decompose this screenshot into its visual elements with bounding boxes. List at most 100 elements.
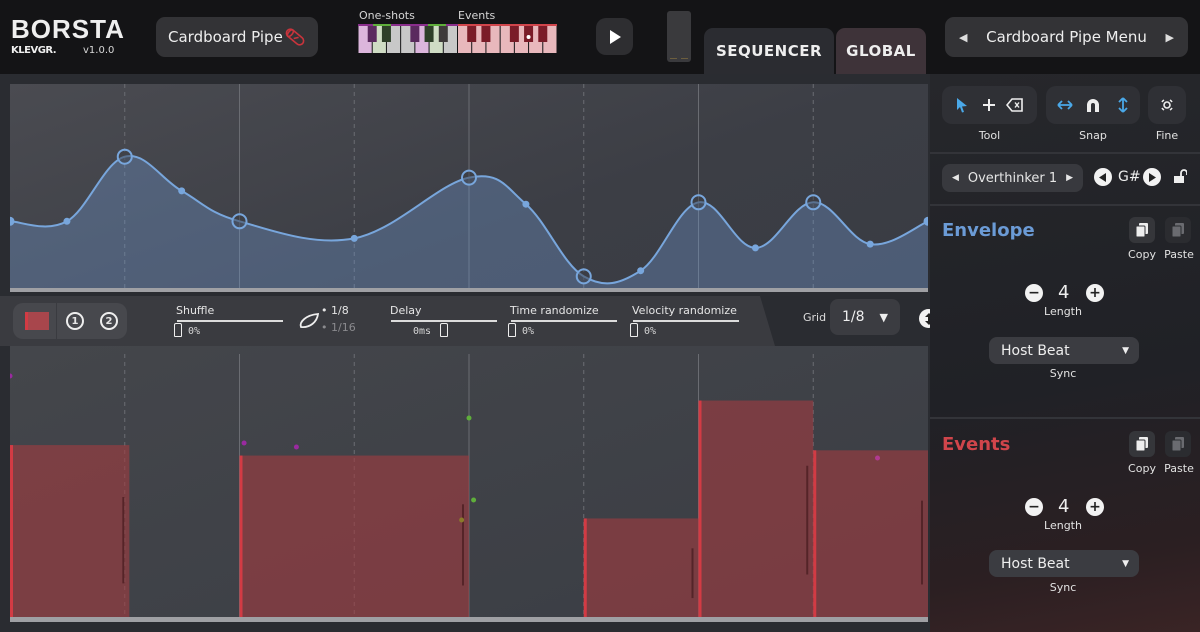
envelope-node[interactable] xyxy=(805,194,822,211)
envelope-handle[interactable] xyxy=(522,200,530,208)
envelope-handle[interactable] xyxy=(63,217,71,225)
envelope-baseline xyxy=(10,288,928,292)
shuffle-feel-icon[interactable] xyxy=(298,312,320,330)
event-bar[interactable] xyxy=(813,450,928,618)
delay-slider[interactable] xyxy=(391,320,497,322)
events-editor[interactable] xyxy=(7,346,928,618)
add-tool-icon[interactable] xyxy=(982,98,996,112)
envelope-handle[interactable] xyxy=(178,187,186,195)
chevron-down-icon: ▼ xyxy=(1122,345,1129,356)
preset-button[interactable]: Cardboard Pipe xyxy=(156,17,318,57)
play-button[interactable] xyxy=(596,18,633,55)
piano-black-key xyxy=(467,26,477,42)
shuffle-res-1-16-label: 1/16 xyxy=(331,321,356,334)
pattern-1-label: 1 xyxy=(71,315,79,327)
envelope-length-value: 4 xyxy=(1058,282,1070,303)
events-length-increase[interactable]: + xyxy=(1086,498,1104,516)
envelope-title: Envelope xyxy=(942,220,1035,241)
tool-label: Tool xyxy=(978,129,1001,142)
velocity-randomize-label: Velocity randomize xyxy=(632,304,737,317)
envelope-node[interactable] xyxy=(231,213,248,230)
snap-vertical-icon[interactable] xyxy=(1117,97,1129,113)
sidebar: Tool Snap Fine ◀ Overthinker 1 ▶ G# Enve… xyxy=(930,74,1200,632)
copy-icon xyxy=(1135,437,1148,452)
envelope-editor[interactable] xyxy=(5,84,933,290)
envelope-canvas[interactable] xyxy=(5,84,933,290)
magnet-icon[interactable] xyxy=(1085,97,1101,113)
pattern-next-icon[interactable]: ▶ xyxy=(1066,173,1073,183)
shuffle-res-1-16[interactable]: • 1/16 xyxy=(321,321,356,334)
level-meter xyxy=(667,11,691,62)
pattern-color-swatch[interactable] xyxy=(25,312,49,330)
play-icon xyxy=(609,29,621,44)
shuffle-handle[interactable] xyxy=(174,323,182,337)
velocity-randomize-slider[interactable] xyxy=(633,320,739,322)
menu-prev-arrow-icon[interactable]: ◀ xyxy=(959,31,967,44)
envelope-handle[interactable] xyxy=(751,244,759,252)
divider xyxy=(930,417,1200,419)
pattern-preset-selector[interactable]: ◀ Overthinker 1 ▶ xyxy=(942,164,1083,192)
event-bar[interactable] xyxy=(698,400,814,618)
envelope-node[interactable] xyxy=(690,194,707,211)
menu-next-arrow-icon[interactable]: ▶ xyxy=(1166,31,1174,44)
pattern-2-button[interactable]: 2 xyxy=(100,312,118,330)
delay-handle[interactable] xyxy=(440,323,448,337)
events-sync-value: Host Beat xyxy=(1001,555,1070,572)
key-down-button[interactable] xyxy=(1094,168,1112,186)
tab-sequencer[interactable]: SEQUENCER xyxy=(704,28,834,74)
event-bar[interactable] xyxy=(583,518,699,618)
envelope-length-decrease[interactable]: − xyxy=(1025,284,1043,302)
paste-icon xyxy=(1171,437,1184,452)
sequencer-controls: 1 2 Shuffle 0% • 1/8 • 1/16 Delay 0ms Ti… xyxy=(0,296,930,346)
velocity-randomize-value: 0% xyxy=(644,326,657,337)
snap-horizontal-icon[interactable] xyxy=(1057,99,1073,111)
events-sync-dropdown[interactable]: Host Beat ▼ xyxy=(989,550,1139,577)
time-randomize-slider[interactable] xyxy=(511,320,617,322)
piano-black-key xyxy=(438,26,448,42)
time-randomize-value: 0% xyxy=(522,326,535,337)
shuffle-slider[interactable] xyxy=(177,320,283,322)
envelope-length-label: Length xyxy=(1044,305,1082,318)
events-length-label: Length xyxy=(1044,519,1082,532)
envelope-copy-button[interactable] xyxy=(1129,217,1155,243)
pattern-prev-icon[interactable]: ◀ xyxy=(952,173,959,183)
envelope-length-increase[interactable]: + xyxy=(1086,284,1104,302)
tab-global-label: GLOBAL xyxy=(846,42,916,60)
triangle-left-icon xyxy=(1099,172,1106,182)
tab-global[interactable]: GLOBAL xyxy=(836,28,926,74)
event-start-marker xyxy=(583,518,587,618)
envelope-sync-dropdown[interactable]: Host Beat ▼ xyxy=(989,337,1139,364)
event-marker-dot xyxy=(293,444,299,450)
tab-sequencer-label: SEQUENCER xyxy=(715,42,823,60)
preset-menu[interactable]: ◀ Cardboard Pipe Menu ▶ xyxy=(945,17,1188,57)
event-bar[interactable] xyxy=(10,445,130,618)
erase-tool-icon[interactable] xyxy=(1006,98,1024,112)
fine-button[interactable] xyxy=(1148,86,1186,124)
envelope-paste-button[interactable] xyxy=(1165,217,1191,243)
envelope-handle[interactable] xyxy=(637,267,645,275)
time-randomize-handle[interactable] xyxy=(508,323,516,337)
velocity-randomize-handle[interactable] xyxy=(630,323,638,337)
events-canvas[interactable] xyxy=(7,346,928,618)
snap-label: Snap xyxy=(1079,129,1107,142)
events-length-decrease[interactable]: − xyxy=(1025,498,1043,516)
envelope-node[interactable] xyxy=(116,148,133,165)
grid-dropdown[interactable]: 1/8 ▼ xyxy=(830,299,900,335)
envelope-handle[interactable] xyxy=(350,234,358,242)
pattern-selector: 1 2 xyxy=(13,303,127,339)
shuffle-res-1-8[interactable]: • 1/8 xyxy=(321,304,349,317)
piano-black-key xyxy=(524,26,534,42)
events-length-value: 4 xyxy=(1058,496,1070,517)
events-paste-button[interactable] xyxy=(1165,431,1191,457)
envelope-node[interactable] xyxy=(575,268,592,285)
unlock-icon[interactable] xyxy=(1173,168,1187,184)
envelope-node[interactable] xyxy=(461,169,477,186)
mini-keyboard[interactable] xyxy=(358,24,557,53)
envelope-handle[interactable] xyxy=(866,240,874,248)
event-bar[interactable] xyxy=(239,455,470,618)
pattern-1-button[interactable]: 1 xyxy=(66,312,84,330)
envelope-sync-label: Sync xyxy=(1049,367,1077,380)
events-copy-button[interactable] xyxy=(1129,431,1155,457)
key-up-button[interactable] xyxy=(1143,168,1161,186)
pointer-tool-icon[interactable] xyxy=(956,97,968,113)
